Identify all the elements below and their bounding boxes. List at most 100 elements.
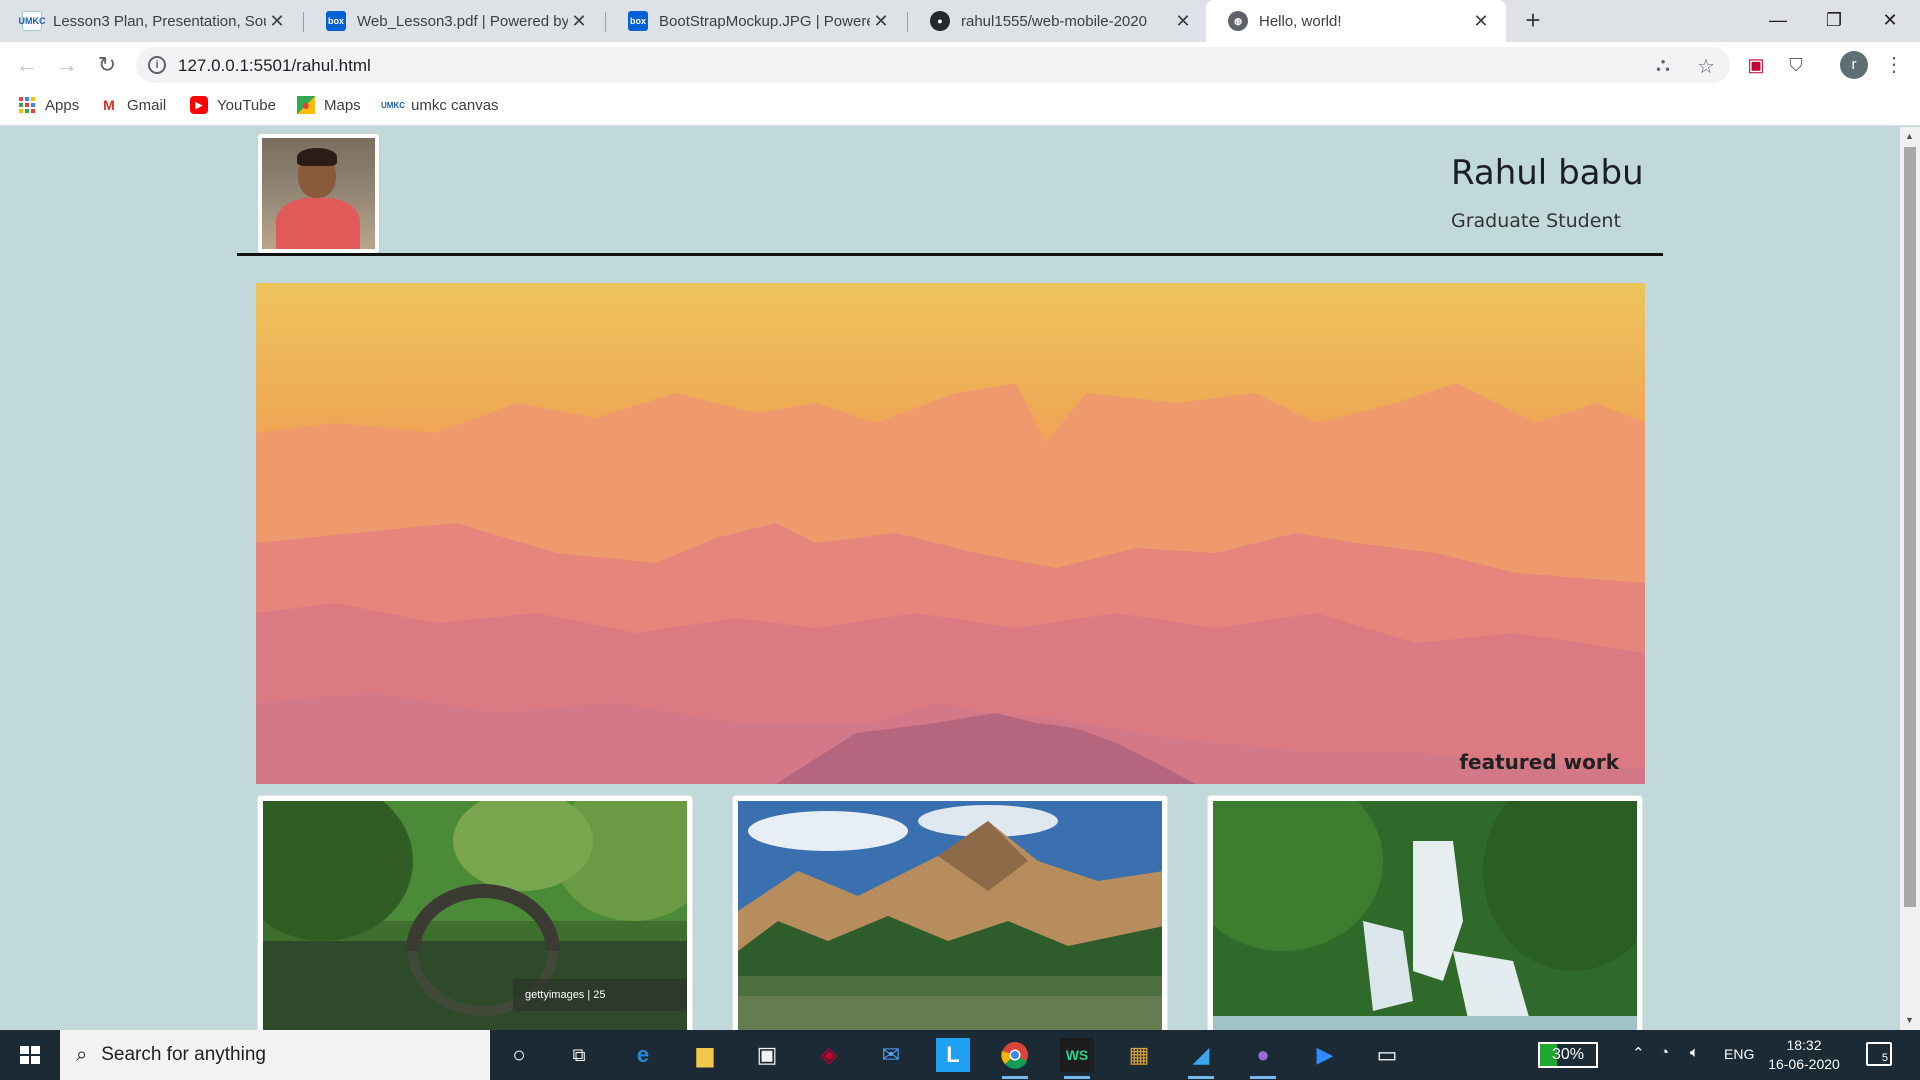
close-tab-icon[interactable]: ✕ [568, 11, 590, 32]
scroll-down-arrow-icon[interactable]: ▼ [1905, 1015, 1914, 1025]
bookmarks-bar: Apps M Gmail ▶ YouTube ● Maps UMKC umkc … [0, 88, 1920, 126]
zoom-icon[interactable]: ▶ [1308, 1038, 1342, 1072]
file-explorer-icon[interactable]: ▆ [688, 1038, 722, 1072]
apps-grid-icon [18, 96, 36, 114]
battery-indicator[interactable]: 30% [1538, 1042, 1598, 1068]
hero-banner: featured work [256, 283, 1645, 784]
microsoft-store-icon[interactable]: ▣ [750, 1038, 784, 1072]
shield-extension-icon[interactable]: ⛉ [1782, 51, 1810, 79]
task-view-icon[interactable]: ⧉ [562, 1038, 596, 1072]
scroll-up-arrow-icon[interactable]: ▲ [1905, 131, 1914, 141]
gallery-card[interactable]: gettyimages | 25 [257, 795, 693, 1030]
scrollbar-thumb[interactable] [1904, 147, 1916, 907]
address-url[interactable]: 127.0.0.1:5501/rahul.html [178, 56, 371, 76]
chrome-icon[interactable] [998, 1038, 1032, 1079]
minimize-window-icon[interactable]: — [1750, 0, 1806, 42]
webstorm-icon[interactable]: WS [1060, 1038, 1094, 1079]
header-divider [237, 253, 1663, 256]
show-hidden-icons-chevron-icon[interactable]: ⌃ [1632, 1044, 1645, 1062]
close-tab-icon[interactable]: ✕ [870, 11, 892, 32]
gallery-card[interactable] [732, 795, 1168, 1030]
tab-bootstrap-mockup[interactable]: box BootStrapMockup.JPG | Powered ✕ [606, 0, 906, 42]
restore-window-icon[interactable]: ❐ [1806, 0, 1862, 42]
bookmark-youtube[interactable]: ▶ YouTube [190, 96, 276, 114]
mcafee-icon[interactable]: ◈ [812, 1038, 846, 1072]
vscode-icon[interactable]: ◢ [1184, 1038, 1218, 1079]
site-info-icon[interactable]: i [148, 56, 166, 74]
hero-caption: featured work [1459, 750, 1619, 774]
profile-avatar[interactable]: r [1840, 51, 1868, 79]
notifications-icon[interactable]: 5 [1866, 1042, 1892, 1066]
address-bar[interactable]: i 127.0.0.1:5501/rahul.html ⛬ ☆ [136, 47, 1730, 83]
profile-picture [262, 138, 375, 249]
start-button[interactable] [0, 1030, 60, 1080]
bookmark-label: Apps [45, 96, 80, 114]
tab-title: Hello, world! [1259, 12, 1342, 30]
gallery-card[interactable] [1207, 795, 1643, 1030]
github-desktop-icon[interactable]: ● [1246, 1038, 1280, 1079]
translate-icon[interactable]: ⛬ [1656, 54, 1670, 77]
youtube-icon: ▶ [190, 96, 208, 114]
taskbar-search-placeholder: Search for anything [101, 1044, 266, 1065]
edge-browser-icon[interactable]: e [626, 1038, 660, 1072]
close-tab-icon[interactable]: ✕ [266, 11, 288, 32]
tab-title: Lesson3 Plan, Presentation, Sourc [53, 12, 266, 30]
bookmark-label: Maps [324, 96, 361, 114]
bookmark-gmail[interactable]: M Gmail [100, 96, 166, 114]
gallery-image [738, 801, 1162, 1030]
wifi-icon[interactable]: ◔ [1660, 1044, 1669, 1061]
cortana-icon[interactable]: ○ [502, 1038, 536, 1072]
maps-icon: ● [297, 96, 315, 114]
clock-date: 16-06-2020 [1768, 1056, 1840, 1072]
clock-time: 18:32 [1786, 1037, 1822, 1053]
bookmark-apps[interactable]: Apps [18, 96, 79, 114]
bookmark-star-icon[interactable]: ☆ [1697, 54, 1715, 79]
bookmark-label: YouTube [217, 96, 276, 114]
mcafee-extension-icon[interactable]: ▣ [1742, 51, 1770, 79]
language-indicator[interactable]: ENG [1724, 1046, 1754, 1062]
gmail-icon: M [103, 97, 115, 113]
profile-photo [257, 133, 380, 254]
tab-hello-world[interactable]: ◍ Hello, world! ✕ [1206, 0, 1506, 42]
umkc-icon: UMKC [19, 11, 46, 31]
close-tab-icon[interactable]: ✕ [1172, 11, 1194, 32]
browser-toolbar: ← → ↻ i 127.0.0.1:5501/rahul.html ⛬ ☆ ▣ … [0, 42, 1920, 88]
box-icon: box [628, 11, 648, 31]
forward-arrow-icon[interactable]: → [52, 50, 82, 80]
windows-taskbar: ⌕ Search for anything ○ ⧉ e ▆ ▣ ◈ ✉ L WS… [0, 1030, 1920, 1080]
bookmark-label: Gmail [127, 96, 167, 114]
new-tab-button[interactable]: + [1518, 6, 1548, 36]
tab-lesson3-plan[interactable]: UMKC Lesson3 Plan, Presentation, Sourc ✕ [0, 0, 302, 42]
tab-title: BootStrapMockup.JPG | Powered [659, 12, 870, 30]
globe-icon: ◍ [1228, 11, 1248, 31]
tab-title: rahul1555/web-mobile-2020 [961, 12, 1147, 30]
hero-mountain-image [256, 283, 1645, 784]
gallery-image [1213, 801, 1637, 1030]
bookmark-maps[interactable]: ● Maps [297, 96, 361, 114]
more-menu-icon[interactable]: ⋮ [1880, 51, 1908, 79]
clock[interactable]: 18:32 16-06-2020 [1762, 1036, 1846, 1074]
page-viewport: Rahul babu Graduate Student featured wor… [0, 127, 1900, 1030]
page-subtitle: Graduate Student [1451, 210, 1621, 232]
back-arrow-icon[interactable]: ← [12, 50, 42, 80]
close-tab-icon[interactable]: ✕ [1470, 11, 1492, 32]
bookmark-umkc-canvas[interactable]: UMKC umkc canvas [381, 96, 499, 114]
winrar-icon[interactable]: ▦ [1122, 1038, 1156, 1072]
launcher-l-icon[interactable]: L [936, 1038, 970, 1072]
volume-icon[interactable]: 🔈︎ [1690, 1044, 1699, 1061]
watermark: gettyimages | 25 [513, 979, 687, 1011]
windows-logo-icon [20, 1046, 40, 1064]
page-title: Rahul babu [1451, 153, 1644, 193]
github-icon: ● [930, 11, 950, 31]
tab-strip: UMKC Lesson3 Plan, Presentation, Sourc ✕… [0, 0, 1920, 42]
terminal-icon[interactable]: ▭ [1370, 1038, 1404, 1072]
gallery-image: gettyimages | 25 [263, 801, 687, 1030]
close-window-icon[interactable]: ✕ [1862, 0, 1918, 42]
umkc-icon: UMKC [381, 100, 405, 110]
mail-icon[interactable]: ✉ [874, 1038, 908, 1072]
tab-github-repo[interactable]: ● rahul1555/web-mobile-2020 ✕ [908, 0, 1208, 42]
taskbar-search-box[interactable]: ⌕ Search for anything [60, 1030, 490, 1080]
page-scrollbar[interactable]: ▲ ▼ [1900, 127, 1920, 1030]
tab-web-lesson3-pdf[interactable]: box Web_Lesson3.pdf | Powered by B ✕ [304, 0, 604, 42]
reload-icon[interactable]: ↻ [92, 50, 122, 80]
